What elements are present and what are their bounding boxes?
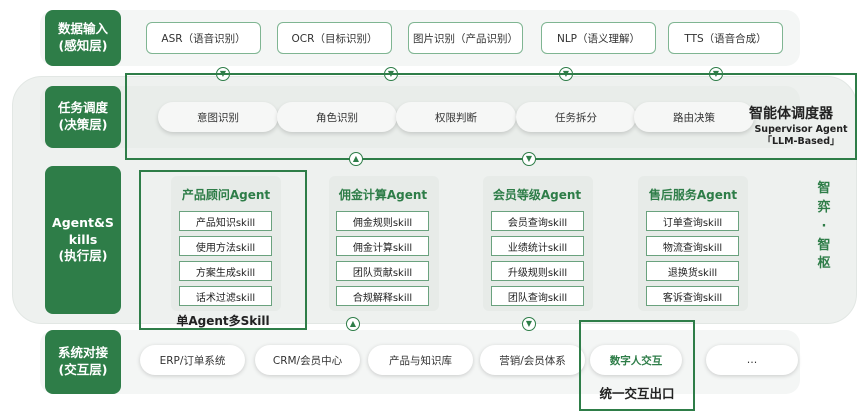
side-char: ·: [821, 218, 827, 234]
layer-label-input: 数据输入 (感知层): [45, 10, 121, 66]
skill-item: 客诉查询skill: [646, 286, 739, 306]
task-split: 任务拆分: [516, 102, 636, 132]
task-routing: 路由决策: [634, 102, 754, 132]
skill-item: 合规解释skill: [336, 286, 429, 306]
input-nlp: NLP（语义理解）: [541, 22, 656, 54]
side-char: 智: [817, 237, 831, 253]
side-label: 智 弈 · 智 枢: [815, 180, 833, 274]
skill-item: 订单查询skill: [646, 211, 739, 231]
skill-item: 团队贡献skill: [336, 261, 429, 281]
side-char: 智: [817, 181, 831, 196]
task-permission: 权限判断: [396, 102, 516, 132]
supervisor-subtitle: Supervisor Agent 「LLM-Based」: [752, 124, 850, 149]
skill-item: 退换货skill: [646, 261, 739, 281]
input-ocr: OCR（目标识别）: [277, 22, 392, 54]
skill-item: 佣金规则skill: [336, 211, 429, 231]
single-agent-caption: 单Agent多Skill: [176, 314, 270, 328]
side-char: 枢: [817, 256, 831, 272]
arrow-down-circle-icon: ▼: [522, 152, 536, 166]
skill-item: 物流查询skill: [646, 236, 739, 256]
skill-item: 业绩统计skill: [491, 236, 584, 256]
layer-label-execution: Agent&S kills (执行层): [45, 166, 121, 314]
skill-item: 升级规则skill: [491, 261, 584, 281]
agent-title-commission: 佣金计算Agent: [338, 188, 428, 202]
arrow-up-circle-icon: ▲: [346, 317, 360, 331]
input-tts: TTS（语音合成）: [668, 22, 783, 54]
agent-title-member: 会员等级Agent: [492, 188, 582, 202]
arrow-down-circle-icon: ▼: [522, 317, 536, 331]
input-asr: ASR（语音识别）: [146, 22, 261, 54]
input-image: 图片识别（产品识别）: [408, 22, 523, 54]
task-role: 角色识别: [277, 102, 397, 132]
single-agent-highlight-box: [139, 170, 307, 330]
layer-label-dispatch: 任务调度 (决策层): [45, 86, 121, 148]
supervisor-title: 智能体调度器: [749, 106, 833, 122]
system-crm: CRM/会员中心: [255, 345, 360, 375]
supervisor-sub-en: Supervisor Agent: [754, 124, 848, 135]
unified-exit-caption: 统一交互出口: [599, 386, 675, 401]
skill-item: 会员查询skill: [491, 211, 584, 231]
agent-title-aftersales: 售后服务Agent: [648, 188, 738, 202]
layer-label-system: 系统对接 (交互层): [45, 330, 121, 394]
arrow-up-circle-icon: ▲: [349, 152, 363, 166]
skill-item: 团队查询skill: [491, 286, 584, 306]
system-more: …: [706, 345, 798, 375]
task-intent: 意图识别: [158, 102, 278, 132]
system-erp: ERP/订单系统: [140, 345, 245, 375]
skill-item: 佣金计算skill: [336, 236, 429, 256]
system-knowledge: 产品与知识库: [368, 345, 473, 375]
supervisor-sub-llm: 「LLM-Based」: [762, 136, 840, 148]
system-marketing: 营销/会员体系: [480, 345, 585, 375]
side-char: 弈: [817, 199, 831, 215]
